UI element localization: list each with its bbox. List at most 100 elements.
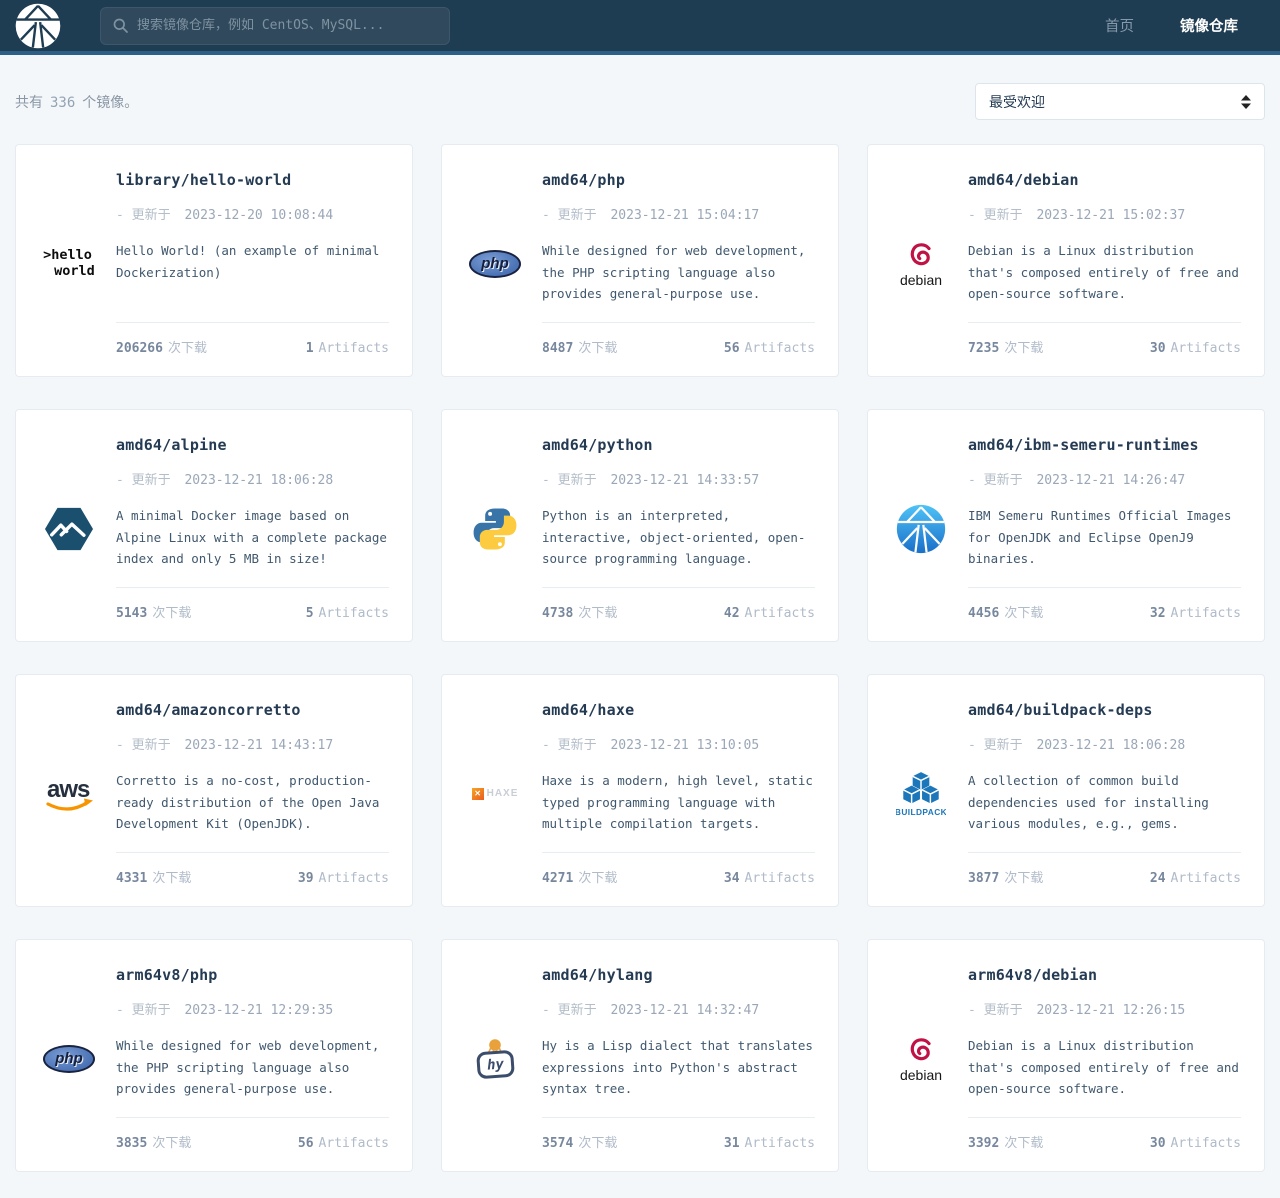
artifacts-count: 39 xyxy=(297,871,314,886)
downloads-count: 7235 xyxy=(968,341,1000,356)
updated-timestamp: 2023-12-21 14:43:17 xyxy=(176,738,334,753)
image-description: A minimal Docker image based on Alpine L… xyxy=(116,508,387,566)
updated-prefix-label: - 更新于 xyxy=(116,473,171,488)
image-title[interactable]: amd64/alpine xyxy=(116,436,389,454)
updated-timestamp: 2023-12-20 10:08:44 xyxy=(176,208,334,223)
image-card[interactable]: >hello world library/hello-world - 更新于 20… xyxy=(15,144,413,377)
image-card[interactable]: aws amd64/amazoncorretto - 更新于 2023-12-2… xyxy=(15,674,413,907)
summary-prefix: 共有 xyxy=(15,94,43,111)
image-title[interactable]: amd64/ibm-semeru-runtimes xyxy=(968,436,1241,454)
updated-prefix-label: - 更新于 xyxy=(116,208,171,223)
artifacts-count: 30 xyxy=(1149,341,1166,356)
image-description: Haxe is a modern, high level, static typ… xyxy=(542,773,813,831)
updated-timestamp: 2023-12-21 12:26:15 xyxy=(1028,1003,1186,1018)
downloads-count: 206266 xyxy=(116,341,163,356)
image-card[interactable]: php arm64v8/php - 更新于 2023-12-21 12:29:3… xyxy=(15,939,413,1172)
image-title[interactable]: arm64v8/debian xyxy=(968,966,1241,984)
artifacts-stat: 30 Artifacts xyxy=(1150,1136,1241,1151)
image-title[interactable]: library/hello-world xyxy=(116,171,389,189)
image-title[interactable]: amd64/hylang xyxy=(542,966,815,984)
image-description: Python is an interpreted, interactive, o… xyxy=(542,508,806,566)
updated-prefix-label: - 更新于 xyxy=(542,208,597,223)
artifacts-label: Artifacts xyxy=(744,606,815,621)
artifacts-stat: 32 Artifacts xyxy=(1150,606,1241,621)
site-logo[interactable] xyxy=(14,2,62,50)
image-updated: - 更新于 2023-12-21 14:26:47 xyxy=(968,469,1241,488)
artifacts-count: 1 xyxy=(305,341,314,356)
nav-link-registry[interactable]: 镜像仓库 xyxy=(1180,15,1238,36)
image-title[interactable]: amd64/amazoncorretto xyxy=(116,701,389,719)
image-updated: - 更新于 2023-12-21 15:02:37 xyxy=(968,204,1241,223)
downloads-stat: 5143 次下载 xyxy=(116,602,191,621)
downloads-label: 次下载 xyxy=(167,341,207,356)
atomhub-logo xyxy=(888,436,954,621)
artifacts-stat: 56 Artifacts xyxy=(298,1136,389,1151)
image-title[interactable]: amd64/python xyxy=(542,436,815,454)
search-input[interactable] xyxy=(137,18,437,33)
image-title[interactable]: amd64/php xyxy=(542,171,815,189)
artifacts-stat: 30 Artifacts xyxy=(1150,341,1241,356)
downloads-label: 次下载 xyxy=(1004,341,1044,356)
image-card[interactable]: php amd64/php - 更新于 2023-12-21 15:04:17 … xyxy=(441,144,839,377)
artifacts-label: Artifacts xyxy=(318,1136,389,1151)
image-title[interactable]: amd64/debian xyxy=(968,171,1241,189)
downloads-count: 3835 xyxy=(116,1136,148,1151)
artifacts-count: 42 xyxy=(723,606,740,621)
downloads-count: 4331 xyxy=(116,871,148,886)
artifacts-stat: 34 Artifacts xyxy=(724,871,815,886)
image-card[interactable]: ✕ HAXE amd64/haxe - 更新于 2023-12-21 13:10:… xyxy=(441,674,839,907)
image-description: Debian is a Linux distribution that's co… xyxy=(968,243,1239,301)
image-card[interactable]: amd64/ibm-semeru-runtimes - 更新于 2023-12-… xyxy=(867,409,1265,642)
image-description: Hello World! (an example of minimal Dock… xyxy=(116,243,380,280)
image-updated: - 更新于 2023-12-21 12:26:15 xyxy=(968,999,1241,1018)
sort-selected-value: 最受欢迎 xyxy=(989,94,1045,111)
downloads-label: 次下载 xyxy=(578,606,618,621)
downloads-stat: 8487 次下载 xyxy=(542,337,617,356)
artifacts-label: Artifacts xyxy=(1170,606,1241,621)
downloads-stat: 3392 次下载 xyxy=(968,1132,1043,1151)
downloads-label: 次下载 xyxy=(152,871,192,886)
buildpack-logo: BUILDPACK xyxy=(888,701,954,886)
updated-timestamp: 2023-12-21 14:32:47 xyxy=(602,1003,760,1018)
image-card[interactable]: hy amd64/hylang - 更新于 2023-12-21 14:32:4… xyxy=(441,939,839,1172)
downloads-count: 4271 xyxy=(542,871,574,886)
nav-link-home[interactable]: 首页 xyxy=(1105,15,1134,36)
image-title[interactable]: arm64v8/php xyxy=(116,966,389,984)
python-logo xyxy=(462,436,528,621)
image-title[interactable]: amd64/haxe xyxy=(542,701,815,719)
image-card[interactable]: debian arm64v8/debian - 更新于 2023-12-21 1… xyxy=(867,939,1265,1172)
image-card[interactable]: amd64/alpine - 更新于 2023-12-21 18:06:28 A… xyxy=(15,409,413,642)
downloads-label: 次下载 xyxy=(578,341,618,356)
image-description: A collection of common build dependencie… xyxy=(968,773,1209,831)
downloads-count: 3574 xyxy=(542,1136,574,1151)
php-logo: php xyxy=(36,966,102,1151)
downloads-stat: 4738 次下载 xyxy=(542,602,617,621)
alpine-logo xyxy=(36,436,102,621)
downloads-count: 8487 xyxy=(542,341,574,356)
search-box xyxy=(100,6,450,45)
updown-arrows-icon xyxy=(1241,94,1251,109)
artifacts-label: Artifacts xyxy=(318,606,389,621)
image-updated: - 更新于 2023-12-21 15:04:17 xyxy=(542,204,815,223)
updated-prefix-label: - 更新于 xyxy=(968,738,1023,753)
image-card[interactable]: amd64/python - 更新于 2023-12-21 14:33:57 P… xyxy=(441,409,839,642)
navbar: 首页 镜像仓库 xyxy=(0,0,1280,55)
updated-timestamp: 2023-12-21 13:10:05 xyxy=(602,738,760,753)
updated-prefix-label: - 更新于 xyxy=(968,208,1023,223)
updated-timestamp: 2023-12-21 14:26:47 xyxy=(1028,473,1186,488)
downloads-stat: 3835 次下载 xyxy=(116,1132,191,1151)
artifacts-count: 30 xyxy=(1149,1136,1166,1151)
summary-text: 共有 336 个镜像。 xyxy=(15,92,138,112)
svg-text:aws: aws xyxy=(47,776,90,803)
image-card[interactable]: debian amd64/debian - 更新于 2023-12-21 15:… xyxy=(867,144,1265,377)
artifacts-stat: 31 Artifacts xyxy=(724,1136,815,1151)
image-updated: - 更新于 2023-12-21 18:06:28 xyxy=(116,469,389,488)
summary-suffix: 个镜像。 xyxy=(82,94,139,111)
image-title[interactable]: amd64/buildpack-deps xyxy=(968,701,1241,719)
sort-select[interactable]: 最受欢迎 xyxy=(975,83,1265,120)
image-card[interactable]: BUILDPACK amd64/buildpack-deps - 更新于 202… xyxy=(867,674,1265,907)
artifacts-count: 24 xyxy=(1149,871,1166,886)
image-updated: - 更新于 2023-12-21 18:06:28 xyxy=(968,734,1241,753)
updated-prefix-label: - 更新于 xyxy=(542,738,597,753)
image-description: Debian is a Linux distribution that's co… xyxy=(968,1038,1239,1096)
